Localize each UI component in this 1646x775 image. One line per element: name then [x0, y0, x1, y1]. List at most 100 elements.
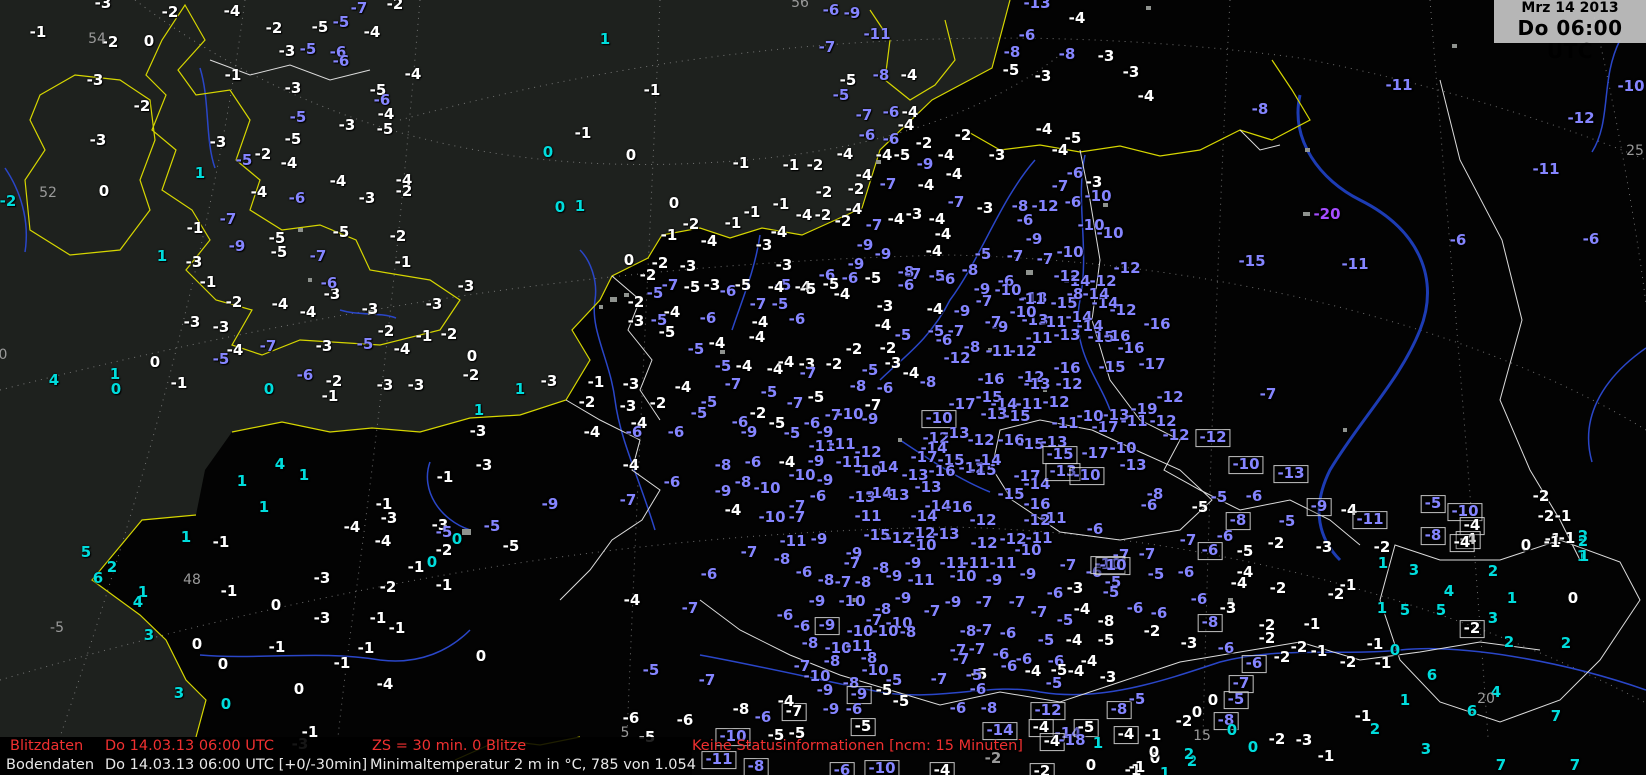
- station-temperature: 0: [1208, 693, 1218, 708]
- station-temperature: -12: [1042, 395, 1069, 410]
- station-temperature: -1: [588, 375, 605, 390]
- station-temperature: -5: [1237, 544, 1254, 559]
- station-temperature: 0: [624, 253, 634, 268]
- station-temperature: -6: [1242, 655, 1267, 673]
- station-temperature: -13: [1273, 465, 1308, 483]
- station-temperature: -6: [846, 702, 863, 717]
- station-temperature: 2: [1504, 635, 1514, 650]
- station-temperature: -3: [1067, 581, 1084, 596]
- station-temperature: 0: [1568, 591, 1578, 606]
- station-temperature: -4: [251, 185, 268, 200]
- station-temperature: 4: [275, 457, 285, 472]
- weather-workstation-map[interactable]: { "timestamp_box": { "date": "Mrz 14 201…: [0, 0, 1646, 775]
- station-temperature: -2: [1269, 732, 1286, 747]
- station-temperature: -6: [677, 713, 694, 728]
- station-temperature: 6: [93, 571, 103, 586]
- station-temperature: -15: [997, 487, 1024, 502]
- station-temperature: 2: [1488, 564, 1498, 579]
- station-temperature: 1: [157, 249, 167, 264]
- station-temperature: -4: [1068, 664, 1085, 679]
- station-temperature: -5: [893, 694, 910, 709]
- station-temperature: -9: [542, 497, 559, 512]
- station-temperature: -2: [134, 99, 151, 114]
- station-temperature: -2: [255, 147, 272, 162]
- station-temperature: -9: [817, 683, 834, 698]
- station-temperature: -5: [761, 385, 778, 400]
- status-bar-lightning: Blitzdaten Do 14.03.13 06:00 UTC ZS = 30…: [0, 737, 692, 756]
- station-temperature: -1: [200, 275, 217, 290]
- station-temperature: 0: [150, 355, 160, 370]
- station-temperature: -2: [0, 194, 16, 209]
- station-temperature: -7: [800, 366, 817, 381]
- station-temperature: 0: [1248, 740, 1258, 755]
- station-temperature: -2: [1291, 640, 1308, 655]
- station-temperature: 0: [221, 697, 231, 712]
- station-temperature: -9: [844, 6, 861, 21]
- station-temperature: -2: [683, 217, 700, 232]
- station-temperature: 5: [81, 545, 91, 560]
- station-temperature: -4: [927, 302, 944, 317]
- station-temperature: -10: [864, 760, 899, 775]
- station-temperature: -5: [333, 15, 350, 30]
- station-temperature: -1: [1544, 535, 1561, 550]
- station-temperature: 0: [452, 532, 462, 547]
- station-temperature: -9: [945, 595, 962, 610]
- station-temperature: -4: [584, 425, 601, 440]
- station-temperature: -4: [675, 380, 692, 395]
- station-temperature: -4: [1025, 664, 1042, 679]
- station-temperature: -14: [1076, 319, 1103, 334]
- station-temperature: -4: [224, 4, 241, 19]
- station-temperature: -3: [1181, 636, 1198, 651]
- graticule-label: 20: [1477, 691, 1495, 707]
- station-temperature: -7: [1180, 533, 1197, 548]
- station-temperature: -2: [226, 295, 243, 310]
- station-temperature: -10: [1009, 305, 1036, 320]
- station-temperature: -2: [1030, 763, 1055, 775]
- station-temperature: -2: [162, 5, 179, 20]
- station-temperature: 1: [1093, 736, 1103, 751]
- station-temperature: -4: [330, 174, 347, 189]
- station-temperature: -12: [1567, 111, 1594, 126]
- station-temperature: -9: [229, 239, 246, 254]
- station-temperature: -7: [699, 673, 716, 688]
- station-temperature: 3: [1421, 742, 1431, 757]
- station-temperature: -6: [701, 567, 718, 582]
- station-temperature: -4: [930, 762, 955, 775]
- station-temperature: -2: [835, 214, 852, 229]
- station-temperature: -1: [171, 376, 188, 391]
- station-temperature: -4: [1231, 576, 1248, 591]
- station-temperature: -6: [1065, 195, 1082, 210]
- station-temperature: -1: [733, 156, 750, 171]
- station-temperature: -6: [626, 425, 643, 440]
- station-temperature: -12: [1023, 513, 1050, 528]
- station-temperature: -9: [741, 425, 758, 440]
- station-temperature: -9: [1020, 567, 1037, 582]
- station-temperature: -5: [894, 148, 911, 163]
- station-temperature: -8: [1004, 45, 1021, 60]
- station-temperature: -5: [1103, 585, 1120, 600]
- station-temperature: -5: [503, 539, 520, 554]
- station-temperature: -4: [281, 156, 298, 171]
- station-temperature: -14: [871, 460, 898, 475]
- station-temperature: -4: [888, 212, 905, 227]
- station-temperature: -2: [1176, 714, 1193, 729]
- station-temperature: -6: [810, 489, 827, 504]
- station-temperature: -11: [1341, 257, 1368, 272]
- station-temperature: -10: [1109, 441, 1136, 456]
- station-temperature: -8: [1198, 614, 1223, 632]
- surface-datetime: Do 14.03.13 06:00 UTC [+0/-30min]: [105, 756, 367, 775]
- station-temperature: -1: [213, 535, 230, 550]
- station-temperature: 2: [1561, 636, 1571, 651]
- station-temperature: -4: [918, 178, 935, 193]
- station-temperature: 0: [467, 349, 477, 364]
- timestamp-time: Do 06:00 UTC: [1494, 17, 1646, 63]
- graticule-label: 25: [1626, 143, 1644, 159]
- station-temperature: -5: [312, 20, 329, 35]
- station-temperature: -2: [848, 182, 865, 197]
- station-temperature: -7: [220, 212, 237, 227]
- station-temperature: -7: [1007, 249, 1024, 264]
- station-temperature: -7: [905, 267, 922, 282]
- station-temperature: -8: [733, 702, 750, 717]
- station-temperature: -9: [862, 412, 879, 427]
- station-temperature: -3: [541, 374, 558, 389]
